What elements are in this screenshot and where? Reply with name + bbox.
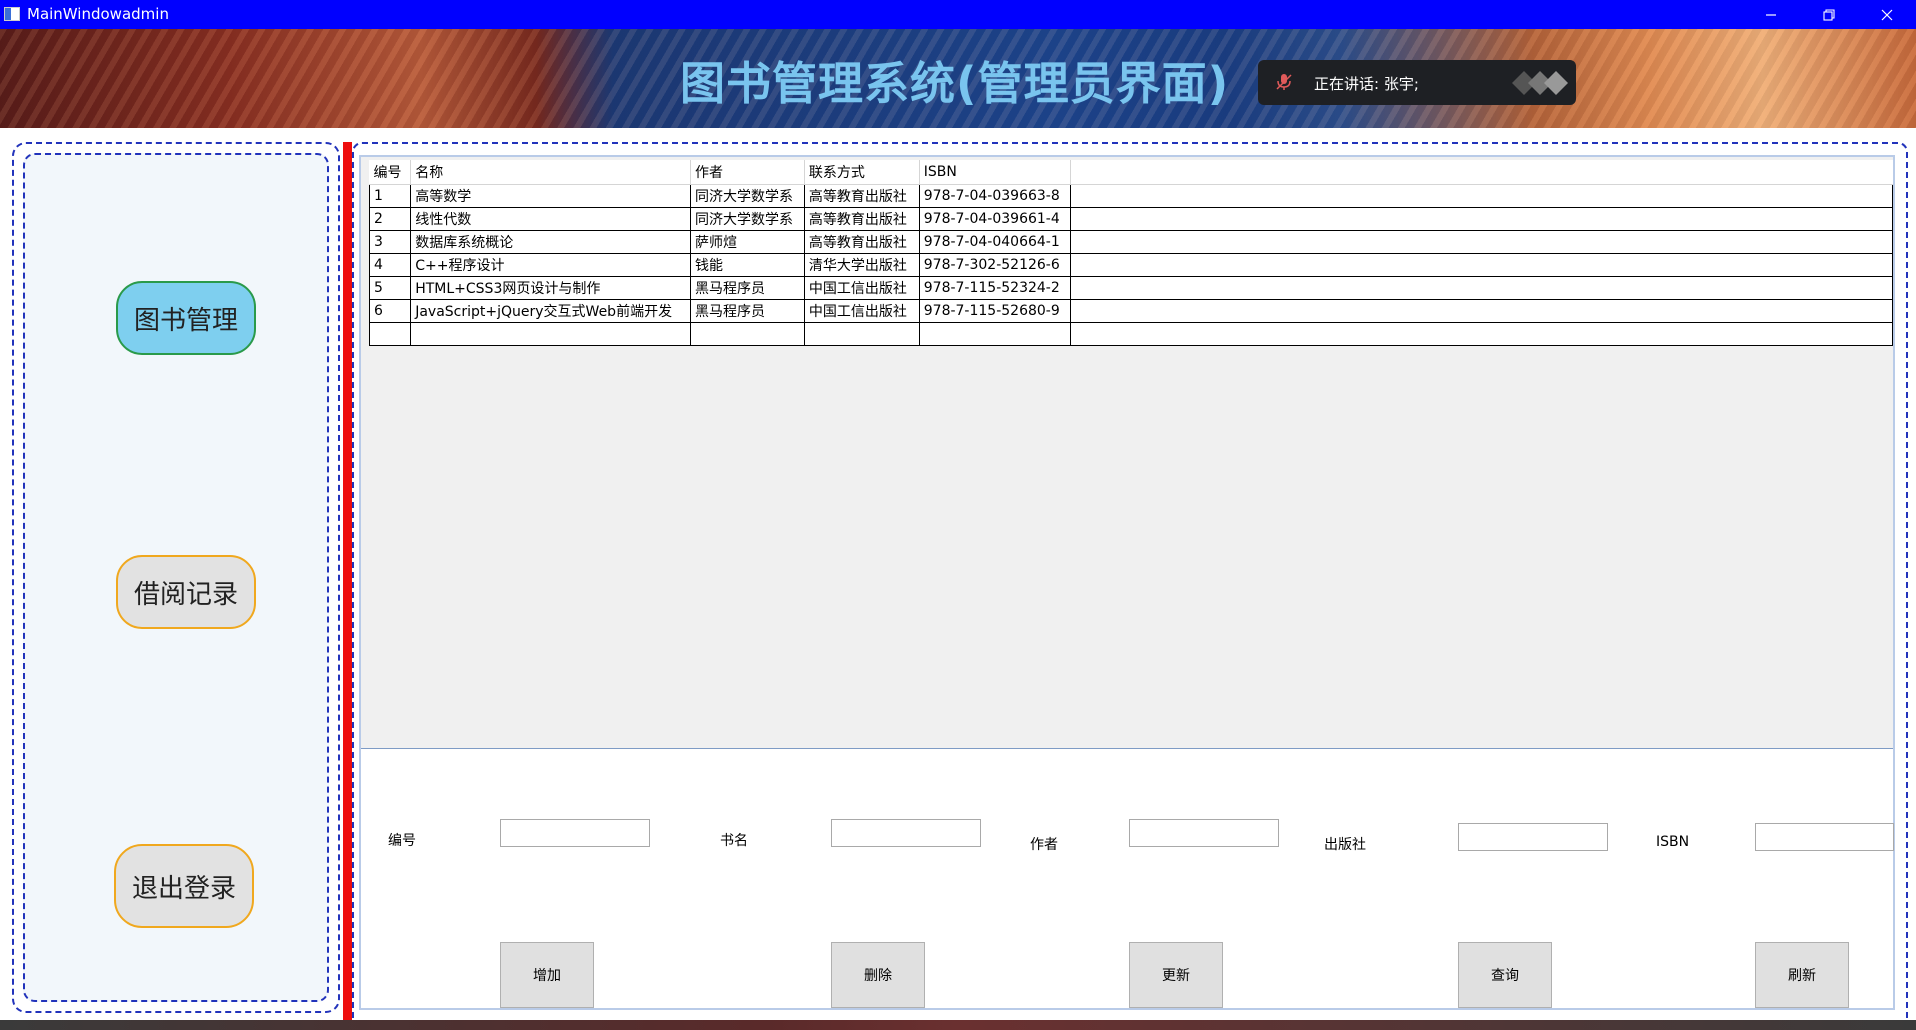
close-icon — [1881, 9, 1893, 20]
cell-id[interactable] — [368, 322, 412, 346]
red-divider — [343, 142, 352, 1020]
bottom-strip — [0, 1020, 1916, 1030]
publisher-input[interactable] — [1458, 823, 1608, 851]
table-row[interactable]: 3 数据库系统概论 萨师煊 高等教育出版社 978-7-04-040664-1 — [368, 230, 1894, 254]
cell-author[interactable]: 钱能 — [689, 253, 805, 277]
close-button[interactable] — [1858, 0, 1916, 29]
column-header-isbn[interactable]: ISBN — [919, 160, 1071, 185]
cell-name[interactable]: HTML+CSS3网页设计与制作 — [410, 276, 691, 300]
cell-isbn[interactable]: 978-7-04-039661-4 — [918, 207, 1071, 231]
cell-filler — [1069, 230, 1894, 254]
cell-name[interactable]: JavaScript+jQuery交互式Web前端开发 — [410, 299, 691, 323]
nav-inner-panel: 图书管理 借阅记录 退出登录 — [23, 153, 329, 1002]
cell-contact[interactable]: 高等教育出版社 — [803, 230, 920, 254]
id-input[interactable] — [500, 819, 650, 847]
book-table: 编号 名称 作者 联系方式 ISBN 1 高等数学 同济大学数学系 高等教育出版… — [368, 160, 1894, 346]
cell-name[interactable]: 高等数学 — [410, 184, 691, 208]
cell-filler — [1069, 276, 1894, 300]
refresh-button[interactable]: 刷新 — [1755, 942, 1849, 1008]
id-label: 编号 — [388, 833, 416, 849]
cell-name[interactable]: 数据库系统概论 — [410, 230, 691, 254]
logout-button[interactable]: 退出登录 — [114, 844, 254, 928]
delete-button[interactable]: 删除 — [831, 942, 925, 1008]
column-header-filler — [1070, 160, 1893, 185]
cell-id[interactable]: 4 — [368, 253, 412, 277]
column-header-author[interactable]: 作者 — [690, 160, 805, 185]
author-label: 作者 — [1030, 837, 1058, 853]
header-banner: 图书管理系统(管理员界面) 正在讲话: 张宇; — [0, 29, 1916, 128]
cell-id[interactable]: 2 — [368, 207, 412, 231]
restore-icon — [1823, 8, 1835, 21]
window-titlebar: MainWindowadmin — [0, 0, 1916, 29]
cell-author[interactable]: 同济大学数学系 — [689, 207, 805, 231]
app-icon — [4, 7, 20, 21]
cell-name[interactable]: 线性代数 — [410, 207, 691, 231]
cell-id[interactable]: 1 — [368, 184, 412, 208]
table-row[interactable]: 5 HTML+CSS3网页设计与制作 黑马程序员 中国工信出版社 978-7-1… — [368, 276, 1894, 300]
nav-panel: 图书管理 借阅记录 退出登录 — [12, 142, 340, 1013]
column-header-name[interactable]: 名称 — [410, 160, 691, 185]
book-data-grid[interactable]: 编号 名称 作者 联系方式 ISBN 1 高等数学 同济大学数学系 高等教育出版… — [361, 157, 1894, 749]
cell-author[interactable] — [689, 322, 805, 346]
restore-button[interactable] — [1800, 0, 1858, 29]
table-row[interactable]: 4 C++程序设计 钱能 清华大学出版社 978-7-302-52126-6 — [368, 253, 1894, 277]
cell-filler — [1069, 207, 1894, 231]
table-row[interactable]: 1 高等数学 同济大学数学系 高等教育出版社 978-7-04-039663-8 — [368, 184, 1894, 208]
cell-author[interactable]: 黑马程序员 — [689, 276, 805, 300]
cell-contact[interactable]: 高等教育出版社 — [803, 184, 920, 208]
cell-id[interactable]: 3 — [368, 230, 412, 254]
cell-filler — [1069, 322, 1894, 346]
cell-isbn[interactable]: 978-7-302-52126-6 — [918, 253, 1071, 277]
cell-name[interactable] — [410, 322, 691, 346]
isbn-label: ISBN — [1656, 834, 1690, 850]
table-header-row: 编号 名称 作者 联系方式 ISBN — [369, 160, 1893, 185]
cell-filler — [1069, 184, 1894, 208]
minimize-button[interactable] — [1742, 0, 1800, 29]
window-title: MainWindowadmin — [27, 5, 169, 23]
page-title: 图书管理系统(管理员界面) — [680, 57, 1230, 110]
nav-books-button[interactable]: 图书管理 — [116, 281, 256, 355]
publisher-label: 出版社 — [1324, 837, 1366, 853]
column-header-id[interactable]: 编号 — [369, 160, 412, 185]
query-button[interactable]: 查询 — [1458, 942, 1552, 1008]
update-button[interactable]: 更新 — [1129, 942, 1223, 1008]
speaking-text: 正在讲话: 张宇; — [1314, 75, 1419, 93]
cell-author[interactable]: 同济大学数学系 — [689, 184, 805, 208]
minimize-icon — [1766, 13, 1776, 16]
table-row[interactable]: 2 线性代数 同济大学数学系 高等教育出版社 978-7-04-039661-4 — [368, 207, 1894, 231]
cell-author[interactable]: 黑马程序员 — [689, 299, 805, 323]
column-header-contact[interactable]: 联系方式 — [804, 160, 920, 185]
cell-isbn[interactable]: 978-7-115-52324-2 — [918, 276, 1071, 300]
cell-contact[interactable]: 清华大学出版社 — [803, 253, 920, 277]
cell-isbn[interactable]: 978-7-04-039663-8 — [918, 184, 1071, 208]
cell-contact[interactable]: 高等教育出版社 — [803, 207, 920, 231]
table-row[interactable]: 6 JavaScript+jQuery交互式Web前端开发 黑马程序员 中国工信… — [368, 299, 1894, 323]
book-name-input[interactable] — [831, 819, 981, 847]
cell-isbn[interactable] — [918, 322, 1071, 346]
participant-avatar-icon — [1512, 71, 1568, 95]
cell-filler — [1069, 253, 1894, 277]
cell-id[interactable]: 5 — [368, 276, 412, 300]
add-button[interactable]: 增加 — [500, 942, 594, 1008]
book-name-label: 书名 — [720, 833, 748, 849]
cell-name[interactable]: C++程序设计 — [410, 253, 691, 277]
author-input[interactable] — [1129, 819, 1279, 847]
cell-contact[interactable]: 中国工信出版社 — [803, 299, 920, 323]
cell-contact[interactable]: 中国工信出版社 — [803, 276, 920, 300]
muted-mic-icon — [1276, 74, 1292, 90]
cell-filler — [1069, 299, 1894, 323]
cell-contact[interactable] — [803, 322, 920, 346]
isbn-input[interactable] — [1755, 823, 1894, 851]
nav-borrow-records-button[interactable]: 借阅记录 — [116, 555, 256, 629]
cell-author[interactable]: 萨师煊 — [689, 230, 805, 254]
cell-id[interactable]: 6 — [368, 299, 412, 323]
cell-isbn[interactable]: 978-7-04-040664-1 — [918, 230, 1071, 254]
cell-isbn[interactable]: 978-7-115-52680-9 — [918, 299, 1071, 323]
speaking-indicator: 正在讲话: 张宇; — [1258, 60, 1576, 105]
new-row-placeholder[interactable] — [368, 322, 1894, 346]
